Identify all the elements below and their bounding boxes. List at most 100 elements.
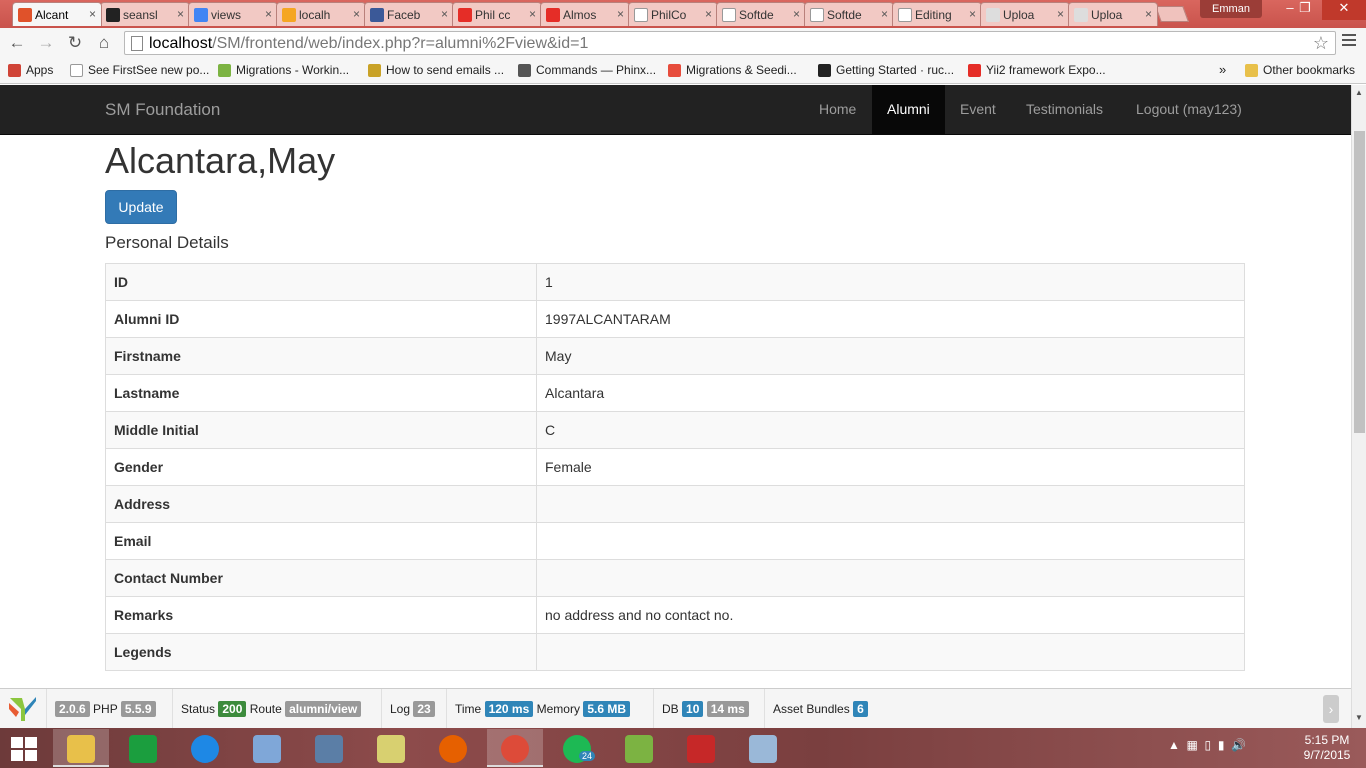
nav-link-testimonials[interactable]: Testimonials xyxy=(1011,85,1118,135)
system-tray[interactable]: ▲ ▦ ▯ ▮ 🔊 xyxy=(1168,738,1246,752)
browser-tab[interactable]: Softde × xyxy=(804,2,894,26)
bookmark-star-icon[interactable]: ☆ xyxy=(1313,33,1329,54)
tab-close-icon[interactable]: × xyxy=(705,7,712,21)
browser-tab[interactable]: Almos × xyxy=(540,2,630,26)
tab-close-icon[interactable]: × xyxy=(177,7,184,21)
tab-close-icon[interactable]: × xyxy=(353,7,360,21)
debug-db-block[interactable]: DB 10 14 ms xyxy=(653,689,757,729)
taskbar-app[interactable] xyxy=(239,729,295,767)
tab-close-icon[interactable]: × xyxy=(1057,7,1064,21)
tab-close-icon[interactable]: × xyxy=(441,7,448,21)
tab-close-icon[interactable]: × xyxy=(265,7,272,21)
browser-tab[interactable]: PhilCo × xyxy=(628,2,718,26)
tab-close-icon[interactable]: × xyxy=(89,7,96,21)
close-window-icon[interactable]: ✕ xyxy=(1322,0,1366,20)
bookmark-item[interactable]: Apps xyxy=(8,63,53,77)
tab-close-icon[interactable]: × xyxy=(969,7,976,21)
site-brand[interactable]: SM Foundation xyxy=(105,100,220,120)
browser-tab[interactable]: seansl × xyxy=(100,2,190,26)
debug-version-block[interactable]: 2.0.6 PHP 5.5.9 xyxy=(46,689,164,729)
update-button[interactable]: Update xyxy=(105,190,177,224)
browser-tab[interactable]: Faceb × xyxy=(364,2,454,26)
restore-icon[interactable]: ❐ xyxy=(1290,0,1320,20)
assets-label: Asset Bundles xyxy=(773,702,850,716)
bookmark-item[interactable]: Yii2 framework Expo... xyxy=(968,63,1106,77)
taskbar-app[interactable] xyxy=(611,729,667,767)
detail-value xyxy=(536,559,1245,597)
bookmark-item[interactable]: Migrations - Workin... xyxy=(218,63,349,77)
browser-tab[interactable]: Editing × xyxy=(892,2,982,26)
bookmark-item[interactable]: See FirstSee new po... xyxy=(70,63,209,77)
address-bar[interactable]: localhost/SM/frontend/web/index.php?r=al… xyxy=(124,31,1336,55)
page-scrollbar[interactable]: ▲ ▼ xyxy=(1351,85,1366,728)
detail-label: Firstname xyxy=(105,337,537,375)
taskbar-app[interactable] xyxy=(177,729,233,767)
debug-toggle-button[interactable]: › xyxy=(1323,695,1339,723)
tab-label: Phil cc xyxy=(475,8,511,22)
table-row: Legends xyxy=(105,633,1245,671)
tab-close-icon[interactable]: × xyxy=(1145,7,1152,21)
nav-link-event[interactable]: Event xyxy=(945,85,1011,135)
tab-close-icon[interactable]: × xyxy=(529,7,536,21)
scroll-up-icon[interactable]: ▲ xyxy=(1355,88,1363,97)
taskbar-app[interactable] xyxy=(301,729,357,767)
taskbar-clock[interactable]: 5:15 PM 9/7/2015 xyxy=(1292,733,1362,763)
detail-value xyxy=(536,485,1245,523)
tab-close-icon[interactable]: × xyxy=(881,7,888,21)
back-icon[interactable]: ← xyxy=(6,32,28,54)
browser-tab[interactable]: views × xyxy=(188,2,278,26)
tab-label: Softde xyxy=(827,8,862,22)
debug-assets-block[interactable]: Asset Bundles 6 xyxy=(764,689,876,729)
tab-label: PhilCo xyxy=(651,8,687,22)
bookmark-label: Apps xyxy=(26,63,54,77)
reload-icon[interactable]: ↻ xyxy=(64,32,86,54)
browser-tab[interactable]: Uploa × xyxy=(980,2,1070,26)
debug-request-block[interactable]: Status 200 Route alumni/view xyxy=(172,689,369,729)
nav-link-logout-may123[interactable]: Logout (may123) xyxy=(1121,85,1257,135)
taskbar-app[interactable] xyxy=(425,729,481,767)
debug-profiling-block[interactable]: Time 120 ms Memory 5.6 MB xyxy=(446,689,638,729)
other-bookmarks-folder[interactable]: Other bookmarks xyxy=(1245,63,1355,77)
scroll-down-icon[interactable]: ▼ xyxy=(1355,713,1363,722)
home-icon[interactable]: ⌂ xyxy=(93,32,115,54)
nav-link-home[interactable]: Home xyxy=(804,85,871,135)
bookmarks-overflow-button[interactable]: » xyxy=(1219,62,1226,77)
profile-button[interactable]: Emman xyxy=(1200,0,1262,18)
taskbar-app[interactable] xyxy=(115,729,171,767)
table-row: Alumni ID 1997ALCANTARAM xyxy=(105,300,1245,338)
tab-close-icon[interactable]: × xyxy=(617,7,624,21)
tab-close-icon[interactable]: × xyxy=(793,7,800,21)
section-title: Personal Details xyxy=(105,233,229,252)
bookmark-item[interactable]: How to send emails ... xyxy=(368,63,504,77)
bookmark-item[interactable]: Getting Started · ruc... xyxy=(818,63,954,77)
taskbar-app[interactable]: 24 xyxy=(549,729,605,767)
debug-log-block[interactable]: Log 23 xyxy=(381,689,443,729)
tab-label: Alcant xyxy=(35,8,69,22)
bookmark-label: Getting Started · ruc... xyxy=(836,63,955,77)
bookmark-label: Commands — Phinx... xyxy=(536,63,657,77)
scroll-thumb[interactable] xyxy=(1354,131,1365,433)
nav-link-alumni[interactable]: Alumni xyxy=(872,85,945,135)
taskbar-app[interactable] xyxy=(363,729,419,767)
camera-icon xyxy=(1074,8,1088,22)
bookmark-item[interactable]: Migrations & Seedi... xyxy=(668,63,797,77)
tab-label: seansl xyxy=(123,8,158,22)
tab-label: Editing xyxy=(915,8,952,22)
status-label: Status xyxy=(181,702,216,716)
menu-icon[interactable] xyxy=(1342,34,1356,48)
browser-tab[interactable]: Phil cc × xyxy=(452,2,542,26)
taskbar-app[interactable] xyxy=(735,729,791,767)
yii-logo-icon[interactable] xyxy=(8,695,38,723)
browser-tab[interactable]: localh × xyxy=(276,2,366,26)
bookmark-item[interactable]: Commands — Phinx... xyxy=(518,63,656,77)
taskbar-app[interactable] xyxy=(673,729,729,767)
windows-start-icon[interactable] xyxy=(11,737,37,761)
forward-icon[interactable]: → xyxy=(35,32,57,54)
yii-version: 2.0.6 xyxy=(55,701,90,717)
browser-tab[interactable]: Softde × xyxy=(716,2,806,26)
taskbar-app[interactable] xyxy=(53,729,109,767)
new-tab-button[interactable] xyxy=(1155,6,1189,22)
browser-tab[interactable]: Uploa × xyxy=(1068,2,1158,26)
browser-tab[interactable]: Alcant × xyxy=(12,2,102,26)
taskbar-app[interactable] xyxy=(487,729,543,767)
